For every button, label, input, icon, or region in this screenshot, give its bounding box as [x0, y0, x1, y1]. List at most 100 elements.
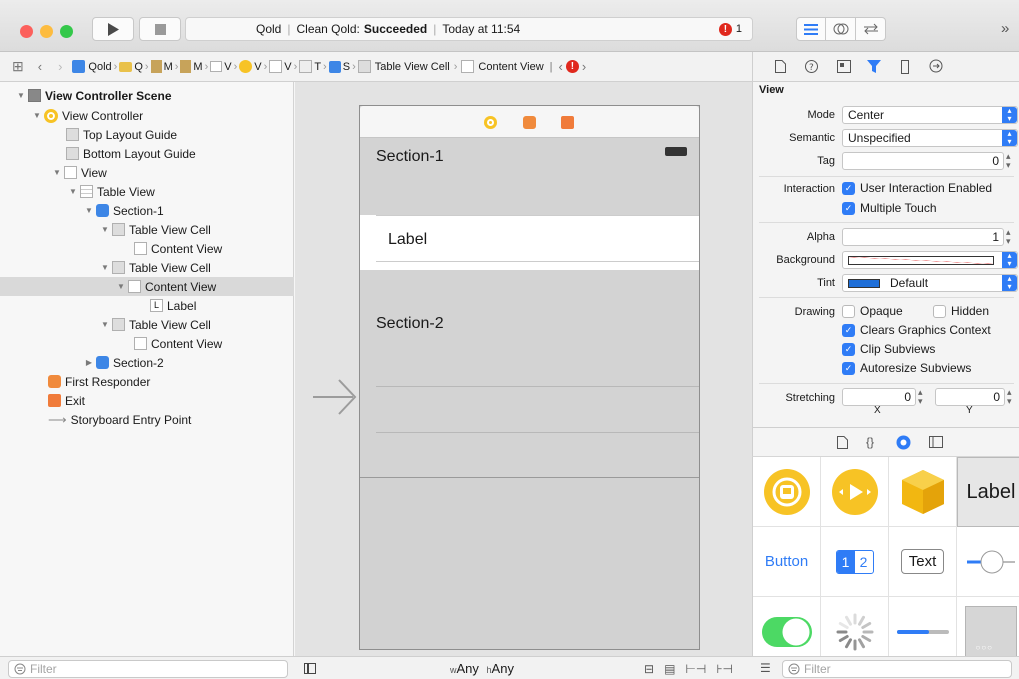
stretch-y-field[interactable]: 0 [935, 388, 1005, 406]
jumpbar-item-project[interactable]: Qold [88, 61, 111, 73]
tag-stepper[interactable]: ▴ ▾ [1006, 152, 1011, 170]
disclosure-triangle-icon[interactable]: ▼ [50, 168, 64, 177]
code-snippet-icon[interactable]: {} [866, 435, 874, 449]
outline-row-view[interactable]: ▼ View [0, 163, 294, 182]
outline-row-table-view[interactable]: ▼ Table View [0, 182, 294, 201]
toggle-outline-icon[interactable] [304, 663, 316, 674]
stretch-x-field[interactable]: 0 [842, 388, 916, 406]
library-item-button[interactable]: Button [753, 527, 821, 597]
tag-field[interactable]: 0 [842, 152, 1004, 170]
outline-row-section-1[interactable]: ▼ Section-1 [0, 201, 294, 220]
library-item-slider[interactable] [957, 527, 1019, 597]
library-item-label[interactable]: Label [957, 457, 1019, 527]
jumpbar-item-scene[interactable]: V [224, 61, 231, 73]
minimize-window-button[interactable] [40, 25, 53, 38]
quick-help-icon[interactable]: ? [805, 60, 818, 73]
library-item-av-player[interactable] [821, 457, 889, 527]
disclosure-triangle-icon[interactable]: ▼ [14, 91, 28, 100]
library-item-progress-view[interactable] [889, 597, 957, 656]
outline-row-exit[interactable]: Exit [0, 391, 294, 410]
object-library-icon[interactable] [896, 435, 911, 450]
toolbar-overflow-button[interactable]: » [1001, 20, 1009, 37]
jumpbar-item-folder[interactable]: Q [134, 61, 143, 73]
library-item-text-field[interactable]: Text [889, 527, 957, 597]
outline-row-entry-point[interactable]: ⟶ Storyboard Entry Point [0, 410, 294, 429]
jumpbar-item-view[interactable]: V [284, 61, 291, 73]
zoom-window-button[interactable] [60, 25, 73, 38]
library-filter-field[interactable]: Filter [782, 660, 1012, 678]
previous-issue-button[interactable]: ‹ [559, 59, 563, 74]
size-class-control[interactable]: wAny hAny [450, 661, 514, 676]
version-editor-button[interactable] [856, 17, 886, 41]
outline-row-view-controller[interactable]: ▼ View Controller [0, 106, 294, 125]
pin-icon[interactable]: ⊢⊣ [685, 662, 706, 676]
connections-inspector-icon[interactable] [929, 59, 943, 73]
attributes-inspector-icon[interactable] [867, 58, 881, 74]
background-color-popup[interactable]: ▴ ▾ [842, 251, 1018, 269]
jumpbar-item-storyboard[interactable]: M [164, 61, 173, 73]
disclosure-triangle-icon[interactable]: ▼ [114, 282, 128, 291]
outline-row-table-view-cell[interactable]: ▼ Table View Cell [0, 220, 294, 239]
section-2-area[interactable]: Section-2 [360, 270, 699, 478]
outline-row-table-view-cell[interactable]: ▼ Table View Cell [0, 315, 294, 334]
outline-row-scene[interactable]: ▼ View Controller Scene [0, 86, 294, 105]
stretch-x-stepper[interactable]: ▴ ▾ [918, 388, 923, 406]
list-view-icon[interactable]: ☰ [760, 661, 771, 675]
disclosure-triangle-icon[interactable]: ▶ [82, 358, 96, 367]
jumpbar-item-base[interactable]: M [193, 61, 202, 73]
alpha-stepper[interactable]: ▴ ▾ [1006, 228, 1011, 246]
forward-button[interactable]: › [58, 59, 62, 74]
autoresize-checkbox[interactable]: ✓ Autoresize Subviews [842, 361, 971, 375]
outline-row-label[interactable]: L Label [0, 296, 294, 315]
exit-icon[interactable] [561, 116, 574, 129]
next-issue-button[interactable]: › [582, 59, 586, 74]
section-1-header[interactable]: Section-1 [360, 138, 699, 215]
hidden-checkbox[interactable]: Hidden [933, 304, 989, 318]
library-item-page-control[interactable]: ○○○ [957, 597, 1019, 656]
disclosure-triangle-icon[interactable]: ▼ [98, 320, 112, 329]
semantic-popup[interactable]: Unspecified ▴ ▾ [842, 129, 1018, 147]
outline-filter-field[interactable]: Filter [8, 660, 288, 678]
issue-icon[interactable]: ! [565, 60, 579, 73]
view-controller-icon[interactable] [484, 116, 497, 129]
close-window-button[interactable] [20, 25, 33, 38]
standard-editor-button[interactable] [796, 17, 826, 41]
disclosure-triangle-icon[interactable]: ▼ [98, 225, 112, 234]
scheme-name[interactable]: Qold [186, 22, 281, 36]
related-items-icon[interactable]: ⊞ [12, 58, 24, 75]
outline-row-bottom-layout-guide[interactable]: Bottom Layout Guide [0, 144, 294, 163]
cell-label[interactable]: Label [388, 231, 427, 249]
disclosure-triangle-icon[interactable]: ▼ [66, 187, 80, 196]
file-inspector-icon[interactable] [775, 60, 786, 73]
library-item-segmented-control[interactable]: 1 2 [821, 527, 889, 597]
error-indicator[interactable]: ! 1 [718, 22, 742, 36]
clears-context-checkbox[interactable]: ✓ Clears Graphics Context [842, 323, 991, 337]
run-button[interactable] [92, 17, 134, 41]
outline-row-table-view-cell[interactable]: ▼ Table View Cell [0, 258, 294, 277]
first-responder-icon[interactable] [523, 116, 536, 129]
back-button[interactable]: ‹ [38, 59, 42, 74]
identity-inspector-icon[interactable] [837, 60, 851, 73]
stack-icon[interactable]: ⊟ [644, 662, 654, 676]
jumpbar-item-content[interactable]: Content View [478, 61, 543, 73]
table-view-cell[interactable]: Label [360, 215, 699, 270]
library-item-activity-indicator[interactable] [821, 597, 889, 656]
outline-row-section-2[interactable]: ▶ Section-2 [0, 353, 294, 372]
disclosure-triangle-icon[interactable]: ▼ [30, 111, 44, 120]
resolve-issues-icon[interactable]: ⊦⊣ [716, 662, 733, 676]
library-item-switch[interactable] [753, 597, 821, 656]
library-item-object[interactable] [889, 457, 957, 527]
disclosure-triangle-icon[interactable]: ▼ [98, 263, 112, 272]
disclosure-triangle-icon[interactable]: ▼ [82, 206, 96, 215]
assistant-editor-button[interactable] [826, 17, 856, 41]
align-icon[interactable]: ▤ [664, 662, 675, 676]
jumpbar-item-table[interactable]: T [314, 61, 321, 73]
stop-button[interactable] [139, 17, 181, 41]
outline-row-first-responder[interactable]: First Responder [0, 372, 294, 391]
jumpbar-item-vc[interactable]: V [254, 61, 261, 73]
alpha-field[interactable]: 1 [842, 228, 1004, 246]
outline-row-content-view-selected[interactable]: ▼ Content View [0, 277, 294, 296]
size-inspector-icon[interactable] [901, 60, 909, 74]
mode-popup[interactable]: Center ▴ ▾ [842, 106, 1018, 124]
jumpbar-item-cell[interactable]: Table View Cell [375, 61, 450, 73]
